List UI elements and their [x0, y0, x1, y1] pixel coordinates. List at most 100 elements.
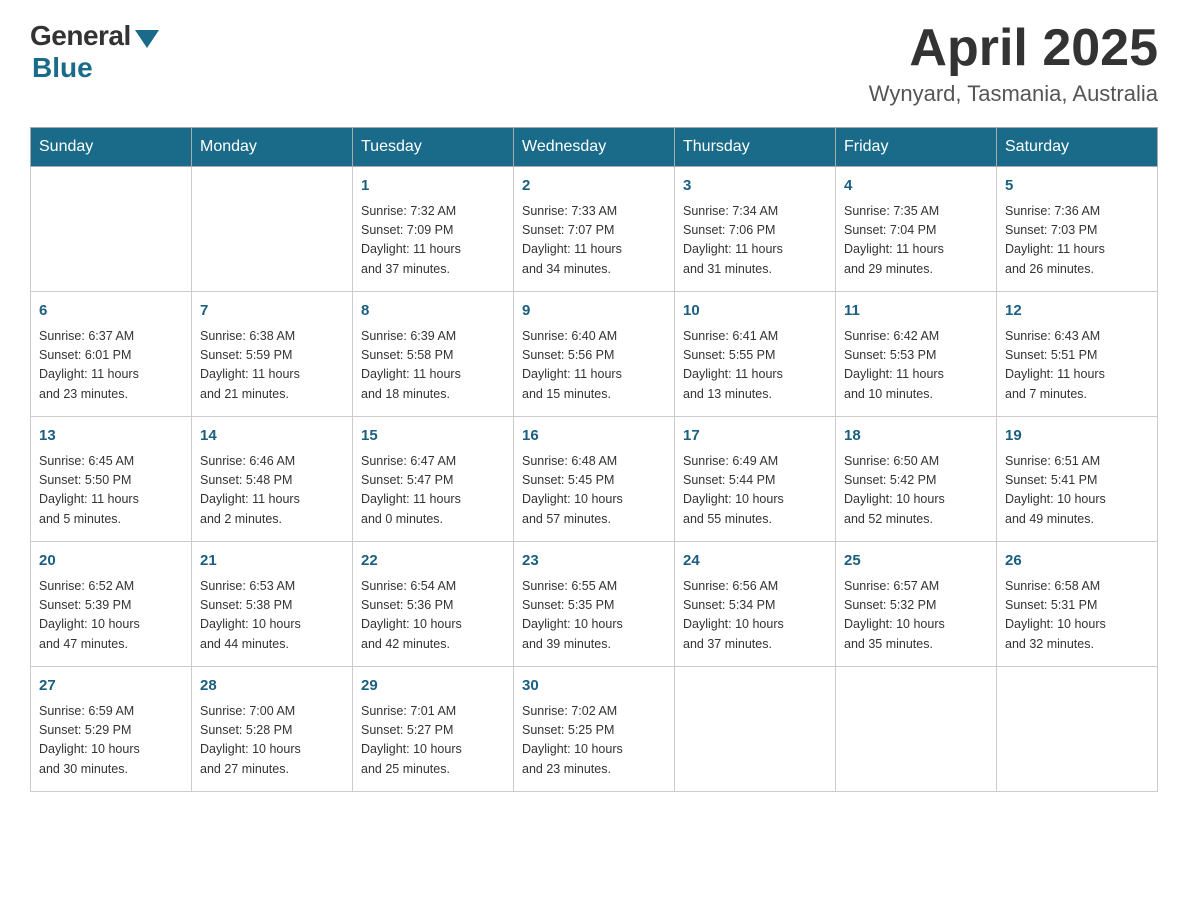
calendar-cell — [997, 667, 1158, 792]
day-number: 4 — [844, 175, 988, 198]
day-info: Sunrise: 6:54 AM Sunset: 5:36 PM Dayligh… — [361, 577, 505, 655]
calendar-week-row: 13 Sunrise: 6:45 AM Sunset: 5:50 PM Dayli… — [31, 417, 1158, 542]
day-info: Sunrise: 6:47 AM Sunset: 5:47 PM Dayligh… — [361, 452, 505, 530]
day-info: Sunrise: 6:43 AM Sunset: 5:51 PM Dayligh… — [1005, 327, 1149, 405]
day-number: 6 — [39, 300, 183, 323]
calendar-cell: 29 Sunrise: 7:01 AM Sunset: 5:27 PM Dayli… — [353, 667, 514, 792]
logo: General Blue — [30, 20, 159, 84]
day-number: 25 — [844, 550, 988, 573]
day-header-tuesday: Tuesday — [353, 128, 514, 167]
calendar-cell — [31, 167, 192, 292]
day-number: 18 — [844, 425, 988, 448]
day-info: Sunrise: 6:41 AM Sunset: 5:55 PM Dayligh… — [683, 327, 827, 405]
calendar-header-row: SundayMondayTuesdayWednesdayThursdayFrid… — [31, 128, 1158, 167]
title-section: April 2025 Wynyard, Tasmania, Australia — [869, 20, 1158, 107]
calendar-cell — [675, 667, 836, 792]
calendar-cell: 15Sunrise: 6:47 AM Sunset: 5:47 PM Dayli… — [353, 417, 514, 542]
day-info: Sunrise: 7:02 AM Sunset: 5:25 PM Dayligh… — [522, 702, 666, 780]
location-subtitle: Wynyard, Tasmania, Australia — [869, 81, 1158, 107]
day-number: 16 — [522, 425, 666, 448]
calendar-cell: 13 Sunrise: 6:45 AM Sunset: 5:50 PM Dayli… — [31, 417, 192, 542]
day-info: Sunrise: 7:36 AM Sunset: 7:03 PM Dayligh… — [1005, 202, 1149, 280]
day-header-monday: Monday — [192, 128, 353, 167]
day-info: Sunrise: 7:32 AM Sunset: 7:09 PM Dayligh… — [361, 202, 505, 280]
day-header-sunday: Sunday — [31, 128, 192, 167]
day-number: 14 — [200, 425, 344, 448]
day-info: Sunrise: 6:58 AM Sunset: 5:31 PM Dayligh… — [1005, 577, 1149, 655]
day-number: 28 — [200, 675, 344, 698]
calendar-cell: 16 Sunrise: 6:48 AM Sunset: 5:45 PM Dayli… — [514, 417, 675, 542]
day-info: Sunrise: 7:33 AM Sunset: 7:07 PM Dayligh… — [522, 202, 666, 280]
day-number: 10 — [683, 300, 827, 323]
calendar-cell: 23 Sunrise: 6:55 AM Sunset: 5:35 PM Dayli… — [514, 542, 675, 667]
day-number: 29 — [361, 675, 505, 698]
day-number: 22 — [361, 550, 505, 573]
calendar-cell: 12 Sunrise: 6:43 AM Sunset: 5:51 PM Dayli… — [997, 292, 1158, 417]
day-info: Sunrise: 6:55 AM Sunset: 5:35 PM Dayligh… — [522, 577, 666, 655]
logo-blue-text: Blue — [32, 52, 93, 84]
calendar-week-row: 27 Sunrise: 6:59 AM Sunset: 5:29 PM Dayli… — [31, 667, 1158, 792]
day-info: Sunrise: 7:35 AM Sunset: 7:04 PM Dayligh… — [844, 202, 988, 280]
day-number: 12 — [1005, 300, 1149, 323]
calendar-cell: 17 Sunrise: 6:49 AM Sunset: 5:44 PM Dayli… — [675, 417, 836, 542]
day-info: Sunrise: 6:49 AM Sunset: 5:44 PM Dayligh… — [683, 452, 827, 530]
day-number: 1 — [361, 175, 505, 198]
calendar-cell: 4 Sunrise: 7:35 AM Sunset: 7:04 PM Daylig… — [836, 167, 997, 292]
calendar-cell: 11 Sunrise: 6:42 AM Sunset: 5:53 PM Dayli… — [836, 292, 997, 417]
day-number: 20 — [39, 550, 183, 573]
day-info: Sunrise: 7:01 AM Sunset: 5:27 PM Dayligh… — [361, 702, 505, 780]
day-info: Sunrise: 6:40 AM Sunset: 5:56 PM Dayligh… — [522, 327, 666, 405]
day-info: Sunrise: 7:34 AM Sunset: 7:06 PM Dayligh… — [683, 202, 827, 280]
day-info: Sunrise: 6:37 AM Sunset: 6:01 PM Dayligh… — [39, 327, 183, 405]
calendar-cell — [192, 167, 353, 292]
calendar-cell: 7Sunrise: 6:38 AM Sunset: 5:59 PM Daylig… — [192, 292, 353, 417]
calendar-cell: 30 Sunrise: 7:02 AM Sunset: 5:25 PM Dayli… — [514, 667, 675, 792]
day-info: Sunrise: 6:50 AM Sunset: 5:42 PM Dayligh… — [844, 452, 988, 530]
day-info: Sunrise: 6:52 AM Sunset: 5:39 PM Dayligh… — [39, 577, 183, 655]
day-header-friday: Friday — [836, 128, 997, 167]
calendar-cell: 18 Sunrise: 6:50 AM Sunset: 5:42 PM Dayli… — [836, 417, 997, 542]
day-info: Sunrise: 6:46 AM Sunset: 5:48 PM Dayligh… — [200, 452, 344, 530]
calendar-cell: 26Sunrise: 6:58 AM Sunset: 5:31 PM Dayli… — [997, 542, 1158, 667]
day-number: 17 — [683, 425, 827, 448]
day-number: 30 — [522, 675, 666, 698]
day-number: 7 — [200, 300, 344, 323]
calendar-table: SundayMondayTuesdayWednesdayThursdayFrid… — [30, 127, 1158, 792]
day-number: 11 — [844, 300, 988, 323]
calendar-cell: 22 Sunrise: 6:54 AM Sunset: 5:36 PM Dayli… — [353, 542, 514, 667]
day-info: Sunrise: 6:48 AM Sunset: 5:45 PM Dayligh… — [522, 452, 666, 530]
calendar-week-row: 20 Sunrise: 6:52 AM Sunset: 5:39 PM Dayli… — [31, 542, 1158, 667]
day-number: 8 — [361, 300, 505, 323]
month-year-title: April 2025 — [869, 20, 1158, 77]
calendar-cell: 9 Sunrise: 6:40 AM Sunset: 5:56 PM Daylig… — [514, 292, 675, 417]
day-number: 2 — [522, 175, 666, 198]
calendar-week-row: 6 Sunrise: 6:37 AM Sunset: 6:01 PM Daylig… — [31, 292, 1158, 417]
day-info: Sunrise: 6:42 AM Sunset: 5:53 PM Dayligh… — [844, 327, 988, 405]
day-number: 21 — [200, 550, 344, 573]
day-info: Sunrise: 6:45 AM Sunset: 5:50 PM Dayligh… — [39, 452, 183, 530]
day-number: 27 — [39, 675, 183, 698]
day-info: Sunrise: 6:57 AM Sunset: 5:32 PM Dayligh… — [844, 577, 988, 655]
calendar-cell: 1 Sunrise: 7:32 AM Sunset: 7:09 PM Daylig… — [353, 167, 514, 292]
logo-general-text: General — [30, 20, 131, 52]
calendar-cell: 2 Sunrise: 7:33 AM Sunset: 7:07 PM Daylig… — [514, 167, 675, 292]
day-number: 23 — [522, 550, 666, 573]
calendar-cell: 24Sunrise: 6:56 AM Sunset: 5:34 PM Dayli… — [675, 542, 836, 667]
calendar-cell: 25 Sunrise: 6:57 AM Sunset: 5:32 PM Dayli… — [836, 542, 997, 667]
day-number: 13 — [39, 425, 183, 448]
calendar-cell: 10 Sunrise: 6:41 AM Sunset: 5:55 PM Dayli… — [675, 292, 836, 417]
calendar-cell: 8Sunrise: 6:39 AM Sunset: 5:58 PM Daylig… — [353, 292, 514, 417]
day-header-wednesday: Wednesday — [514, 128, 675, 167]
day-info: Sunrise: 6:53 AM Sunset: 5:38 PM Dayligh… — [200, 577, 344, 655]
day-info: Sunrise: 6:51 AM Sunset: 5:41 PM Dayligh… — [1005, 452, 1149, 530]
day-number: 9 — [522, 300, 666, 323]
calendar-cell: 3 Sunrise: 7:34 AM Sunset: 7:06 PM Daylig… — [675, 167, 836, 292]
day-number: 3 — [683, 175, 827, 198]
day-header-thursday: Thursday — [675, 128, 836, 167]
day-number: 19 — [1005, 425, 1149, 448]
calendar-cell: 19 Sunrise: 6:51 AM Sunset: 5:41 PM Dayli… — [997, 417, 1158, 542]
calendar-cell: 21 Sunrise: 6:53 AM Sunset: 5:38 PM Dayli… — [192, 542, 353, 667]
calendar-cell: 28Sunrise: 7:00 AM Sunset: 5:28 PM Dayli… — [192, 667, 353, 792]
day-info: Sunrise: 6:59 AM Sunset: 5:29 PM Dayligh… — [39, 702, 183, 780]
day-number: 24 — [683, 550, 827, 573]
